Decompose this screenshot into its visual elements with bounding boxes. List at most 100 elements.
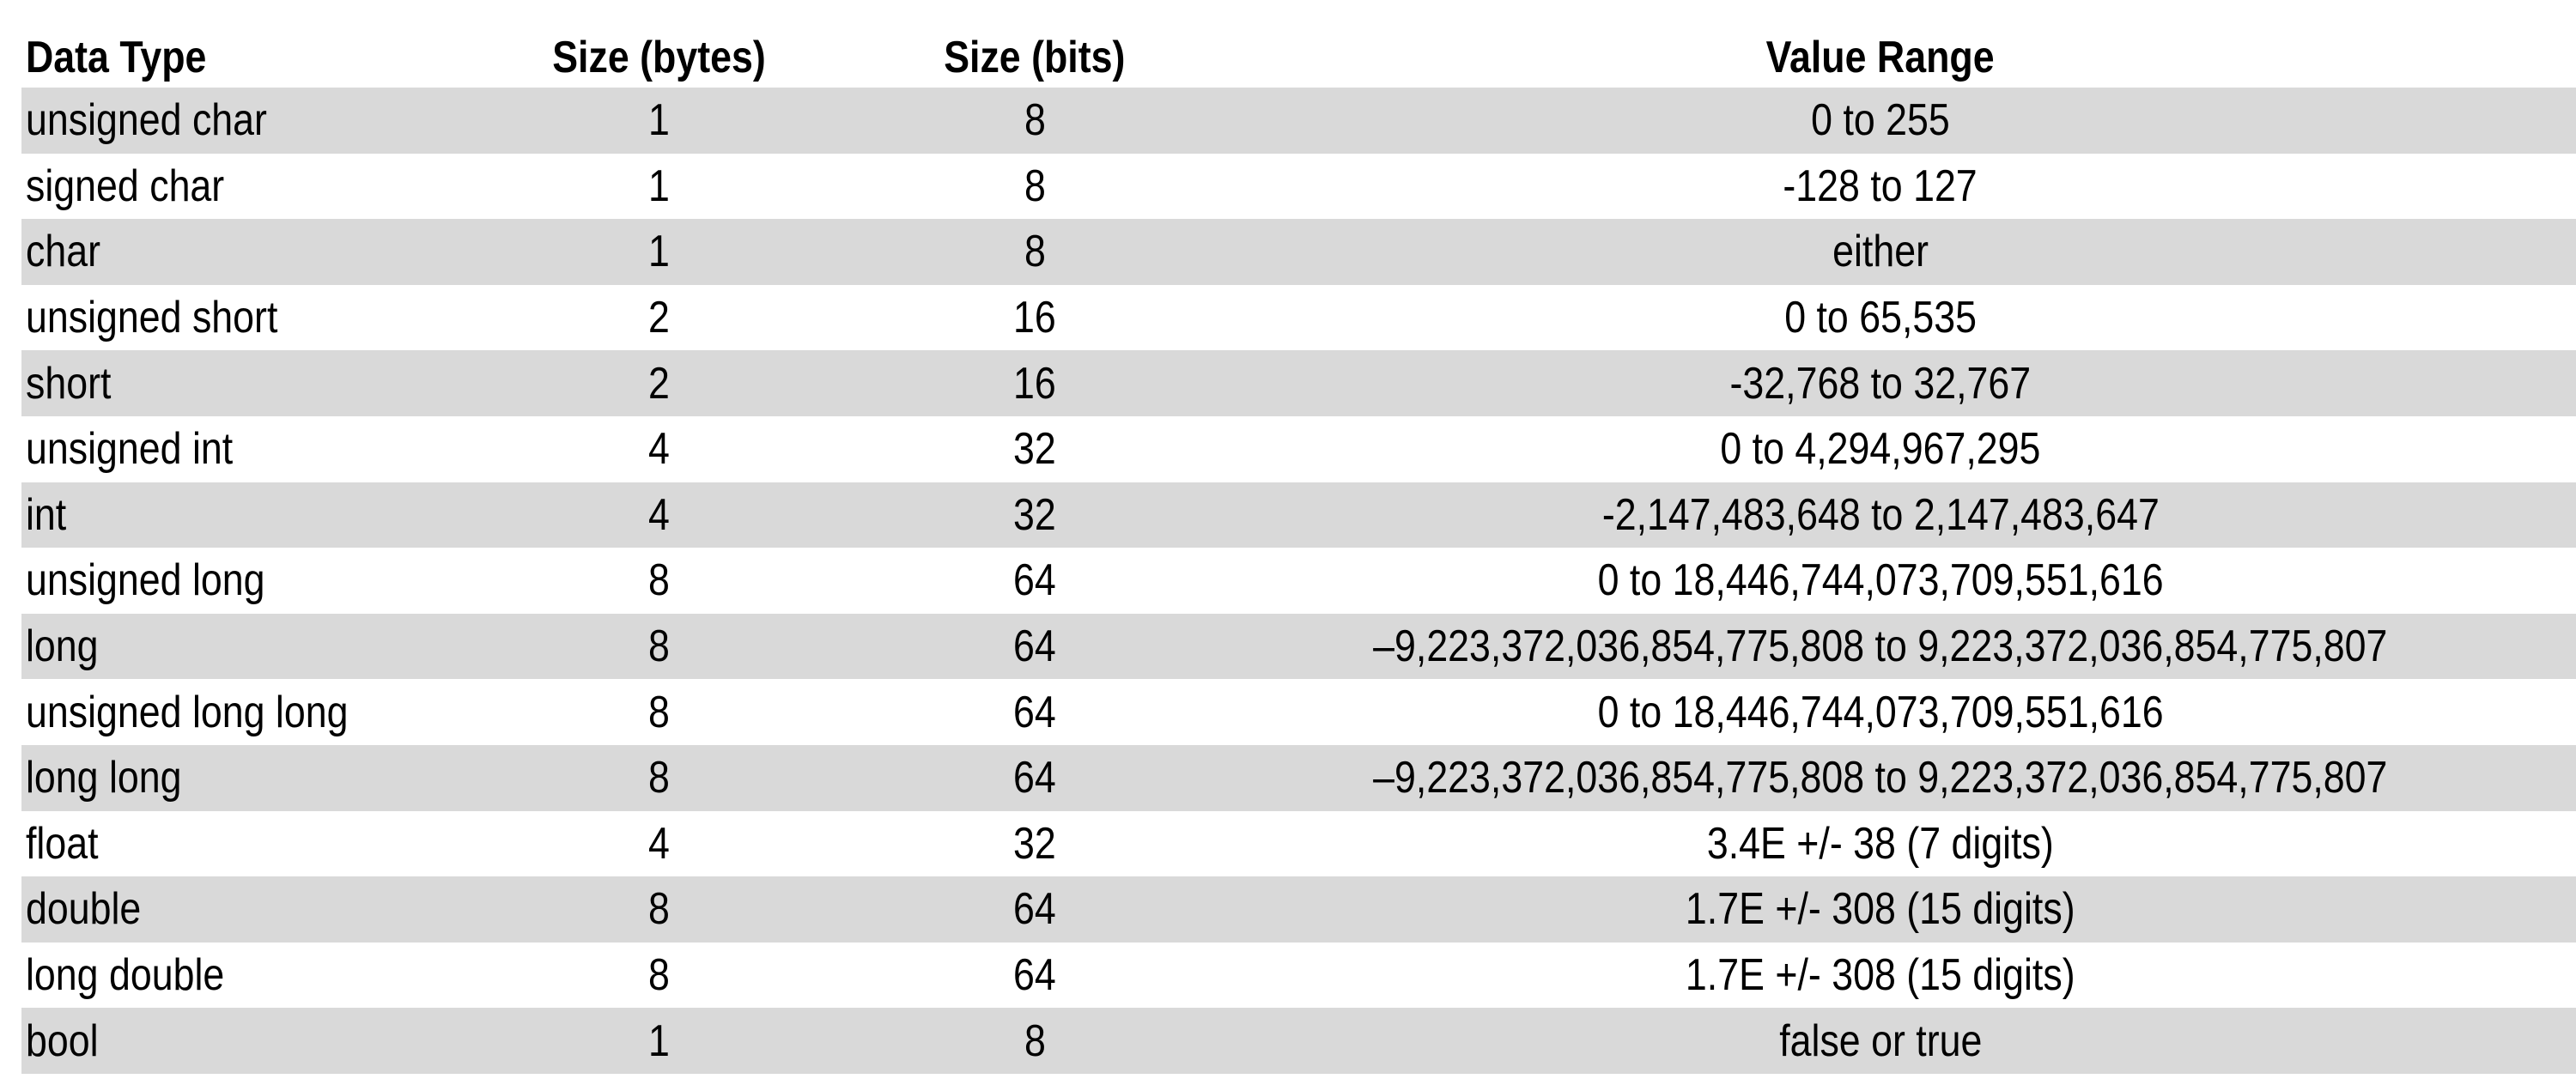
header-value-range: Value Range (1202, 22, 2559, 88)
cell-size-bits: 16 (884, 285, 1185, 351)
cell-value-range-text: 0 to 4,294,967,295 (1720, 424, 2041, 475)
cell-data-type: char (26, 219, 507, 285)
cell-value-range: 0 to 18,446,744,073,709,551,616 (1202, 548, 2559, 614)
table-row: unsigned int 4 32 0 to 4,294,967,295 (21, 416, 2576, 482)
table-row: signed char 1 8 -128 to 127 (21, 154, 2576, 220)
cell-data-type-text: char (26, 227, 100, 277)
cell-size-bits: 64 (884, 679, 1185, 745)
cell-data-type: unsigned char (26, 88, 507, 154)
cell-size-bits-text: 8 (1024, 161, 1046, 211)
cell-size-bits: 64 (884, 876, 1185, 943)
cell-size-bytes-text: 8 (648, 621, 670, 672)
cell-value-range: either (1202, 219, 2559, 285)
cell-value-range: –9,223,372,036,854,775,808 to 9,223,372,… (1202, 745, 2559, 811)
table-row: float 4 32 3.4E +/- 38 (7 digits) (21, 811, 2576, 877)
table-body: unsigned char 1 8 0 to 255 signed char 1 8 -128… (21, 88, 2576, 1074)
cell-size-bits: 32 (884, 811, 1185, 877)
header-data-type-label: Data Type (26, 33, 207, 82)
cell-size-bytes-text: 1 (648, 227, 670, 277)
cell-size-bits-text: 8 (1024, 95, 1046, 146)
cell-size-bytes: 2 (519, 285, 799, 351)
cell-value-range: -2,147,483,648 to 2,147,483,647 (1202, 482, 2559, 549)
cell-size-bits: 64 (884, 943, 1185, 1009)
cell-size-bytes: 8 (519, 679, 799, 745)
cell-data-type: unsigned long (26, 548, 507, 614)
header-size-bytes: Size (bytes) (519, 22, 799, 88)
cell-value-range: false or true (1202, 1008, 2559, 1074)
cell-data-type: unsigned short (26, 285, 507, 351)
cell-value-range: 1.7E +/- 308 (15 digits) (1202, 943, 2559, 1009)
cell-size-bits: 8 (884, 154, 1185, 220)
table-row: int 4 32 -2,147,483,648 to 2,147,483,647 (21, 482, 2576, 549)
cell-value-range-text: –9,223,372,036,854,775,808 to 9,223,372,… (1373, 621, 2388, 672)
cell-value-range-text: 3.4E +/- 38 (7 digits) (1707, 818, 2054, 869)
cell-value-range-text: 0 to 255 (1811, 95, 1950, 146)
cell-size-bits-text: 64 (1013, 884, 1056, 935)
cell-size-bytes-text: 8 (648, 884, 670, 935)
cell-size-bits-text: 32 (1013, 489, 1056, 540)
cell-size-bytes: 8 (519, 876, 799, 943)
cell-data-type-text: unsigned long long (26, 687, 349, 737)
cell-value-range-text: 0 to 65,535 (1784, 293, 1977, 343)
cell-data-type-text: long long (26, 753, 182, 803)
cell-size-bits-text: 32 (1013, 818, 1056, 869)
cell-data-type-text: signed char (26, 161, 225, 211)
cell-size-bytes: 1 (519, 88, 799, 154)
table-row: bool 1 8 false or true (21, 1008, 2576, 1074)
cell-size-bytes-text: 2 (648, 358, 670, 409)
cell-size-bytes: 2 (519, 350, 799, 416)
cell-size-bytes: 8 (519, 614, 799, 680)
cell-size-bytes-text: 4 (648, 424, 670, 475)
cell-value-range-text: 0 to 18,446,744,073,709,551,616 (1597, 687, 2164, 737)
cell-size-bytes-text: 1 (648, 95, 670, 146)
cell-value-range: 3.4E +/- 38 (7 digits) (1202, 811, 2559, 877)
cell-size-bits-text: 16 (1013, 293, 1056, 343)
cell-size-bytes-text: 4 (648, 818, 670, 869)
cell-data-type: double (26, 876, 507, 943)
cell-size-bits-text: 64 (1013, 621, 1056, 672)
cell-size-bytes: 8 (519, 943, 799, 1009)
cell-size-bits: 64 (884, 614, 1185, 680)
cell-size-bytes: 4 (519, 482, 799, 549)
cell-data-type-text: double (26, 884, 142, 935)
cell-value-range-text: –9,223,372,036,854,775,808 to 9,223,372,… (1373, 753, 2388, 803)
cell-size-bits-text: 8 (1024, 1015, 1046, 1066)
cell-size-bytes-text: 1 (648, 161, 670, 211)
cell-data-type: unsigned long long (26, 679, 507, 745)
cell-size-bytes-text: 2 (648, 293, 670, 343)
cell-value-range: 1.7E +/- 308 (15 digits) (1202, 876, 2559, 943)
cell-data-type-text: long double (26, 950, 225, 1001)
cell-size-bytes-text: 8 (648, 753, 670, 803)
cell-size-bits: 8 (884, 219, 1185, 285)
cell-size-bits: 8 (884, 1008, 1185, 1074)
cell-data-type: bool (26, 1008, 507, 1074)
cell-value-range: 0 to 255 (1202, 88, 2559, 154)
cell-value-range-text: -32,768 to 32,767 (1729, 358, 2032, 409)
cell-data-type: long double (26, 943, 507, 1009)
table-row: long long 8 64 –9,223,372,036,854,775,808 t… (21, 744, 2576, 811)
cell-size-bits-text: 8 (1024, 227, 1046, 277)
cell-size-bytes-text: 8 (648, 950, 670, 1001)
table-row: long double 8 64 1.7E +/- 308 (15 digits) (21, 943, 2576, 1009)
cell-size-bytes: 4 (519, 811, 799, 877)
cell-data-type-text: int (26, 489, 67, 540)
table-row: long 8 64 –9,223,372,036,854,775,808 to 9,2… (21, 613, 2576, 680)
cell-data-type-text: short (26, 358, 112, 409)
cell-value-range: 0 to 4,294,967,295 (1202, 416, 2559, 482)
cell-value-range-text: either (1832, 227, 1929, 277)
table-header-row: Data Type Size (bytes) Size (bits) Value… (21, 22, 2576, 88)
cell-size-bits: 64 (884, 548, 1185, 614)
cell-data-type-text: unsigned char (26, 95, 267, 146)
cell-size-bytes-text: 8 (648, 687, 670, 737)
cell-data-type: short (26, 350, 507, 416)
cell-size-bytes-text: 4 (648, 489, 670, 540)
cell-value-range-text: 0 to 18,446,744,073,709,551,616 (1597, 555, 2164, 606)
cell-size-bits-text: 64 (1013, 950, 1056, 1001)
table-row: unsigned char 1 8 0 to 255 (21, 88, 2576, 154)
cell-data-type: long long (26, 745, 507, 811)
header-size-bytes-label: Size (bytes) (552, 33, 766, 82)
header-size-bits-label: Size (bits) (944, 33, 1126, 82)
table-row: short 2 16 -32,768 to 32,767 (21, 350, 2576, 416)
cell-size-bytes: 1 (519, 219, 799, 285)
cell-value-range-text: 1.7E +/- 308 (15 digits) (1686, 950, 2075, 1001)
